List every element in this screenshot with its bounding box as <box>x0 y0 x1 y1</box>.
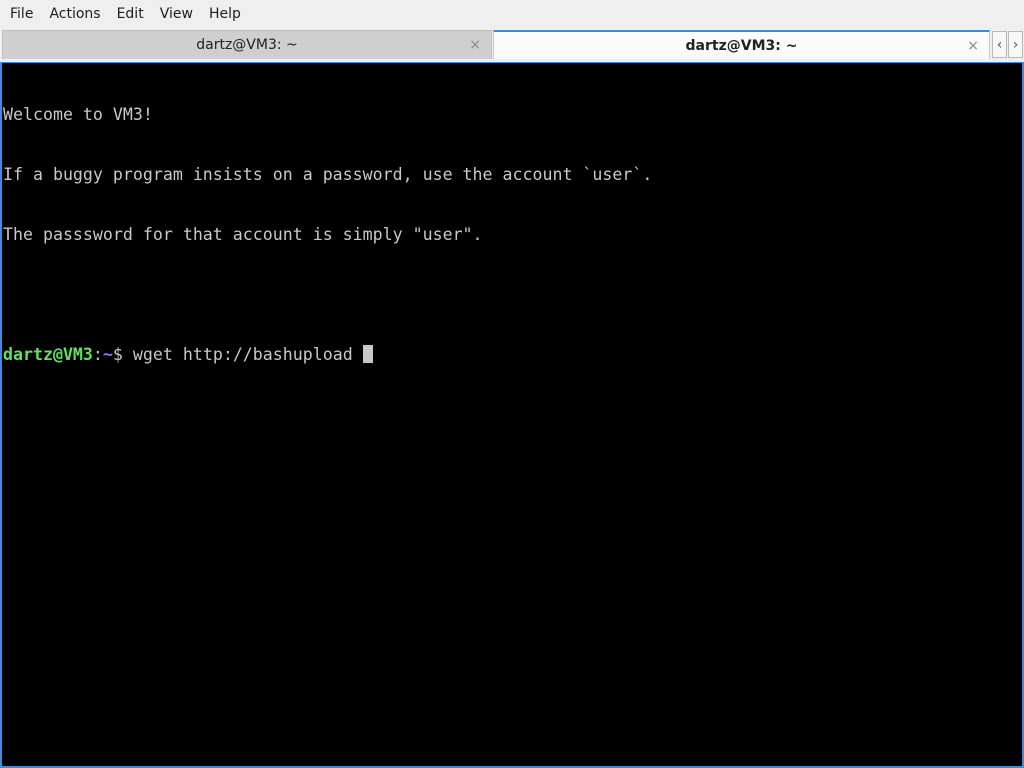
prompt-line[interactable]: dartz@VM3:~$ wget http://bashupload <box>3 345 1022 365</box>
tab-terminal-2[interactable]: dartz@VM3: ~ × <box>493 30 990 59</box>
command-input[interactable]: wget http://bashupload <box>123 345 363 364</box>
prompt-symbol: $ <box>112 345 123 364</box>
chevron-left-icon[interactable]: ‹ <box>992 31 1007 58</box>
close-icon[interactable]: × <box>967 39 979 53</box>
chevron-right-icon[interactable]: › <box>1008 31 1023 58</box>
terminal-line: Welcome to VM3! <box>3 105 153 124</box>
menu-view[interactable]: View <box>152 0 201 29</box>
tab-title: dartz@VM3: ~ <box>685 37 798 54</box>
prompt-separator: : <box>92 345 103 364</box>
text-cursor <box>362 345 373 363</box>
terminal-view[interactable]: Welcome to VM3! If a buggy program insis… <box>0 62 1024 768</box>
tab-title: dartz@VM3: ~ <box>196 37 298 53</box>
terminal-line: If a buggy program insists on a password… <box>3 165 653 184</box>
tab-terminal-1[interactable]: dartz@VM3: ~ × <box>2 30 492 59</box>
terminal-line: The passsword for that account is simply… <box>3 225 483 244</box>
menu-actions[interactable]: Actions <box>41 0 108 29</box>
close-icon[interactable]: × <box>469 38 481 52</box>
menu-bar: File Actions Edit View Help <box>0 0 1024 29</box>
menu-help[interactable]: Help <box>201 0 249 29</box>
prompt-user-host: dartz@VM3 <box>3 345 93 364</box>
prompt-path: ~ <box>102 345 113 364</box>
menu-file[interactable]: File <box>2 0 41 29</box>
menu-edit[interactable]: Edit <box>109 0 152 29</box>
tab-bar: dartz@VM3: ~ × dartz@VM3: ~ × ‹ › <box>0 29 1024 62</box>
